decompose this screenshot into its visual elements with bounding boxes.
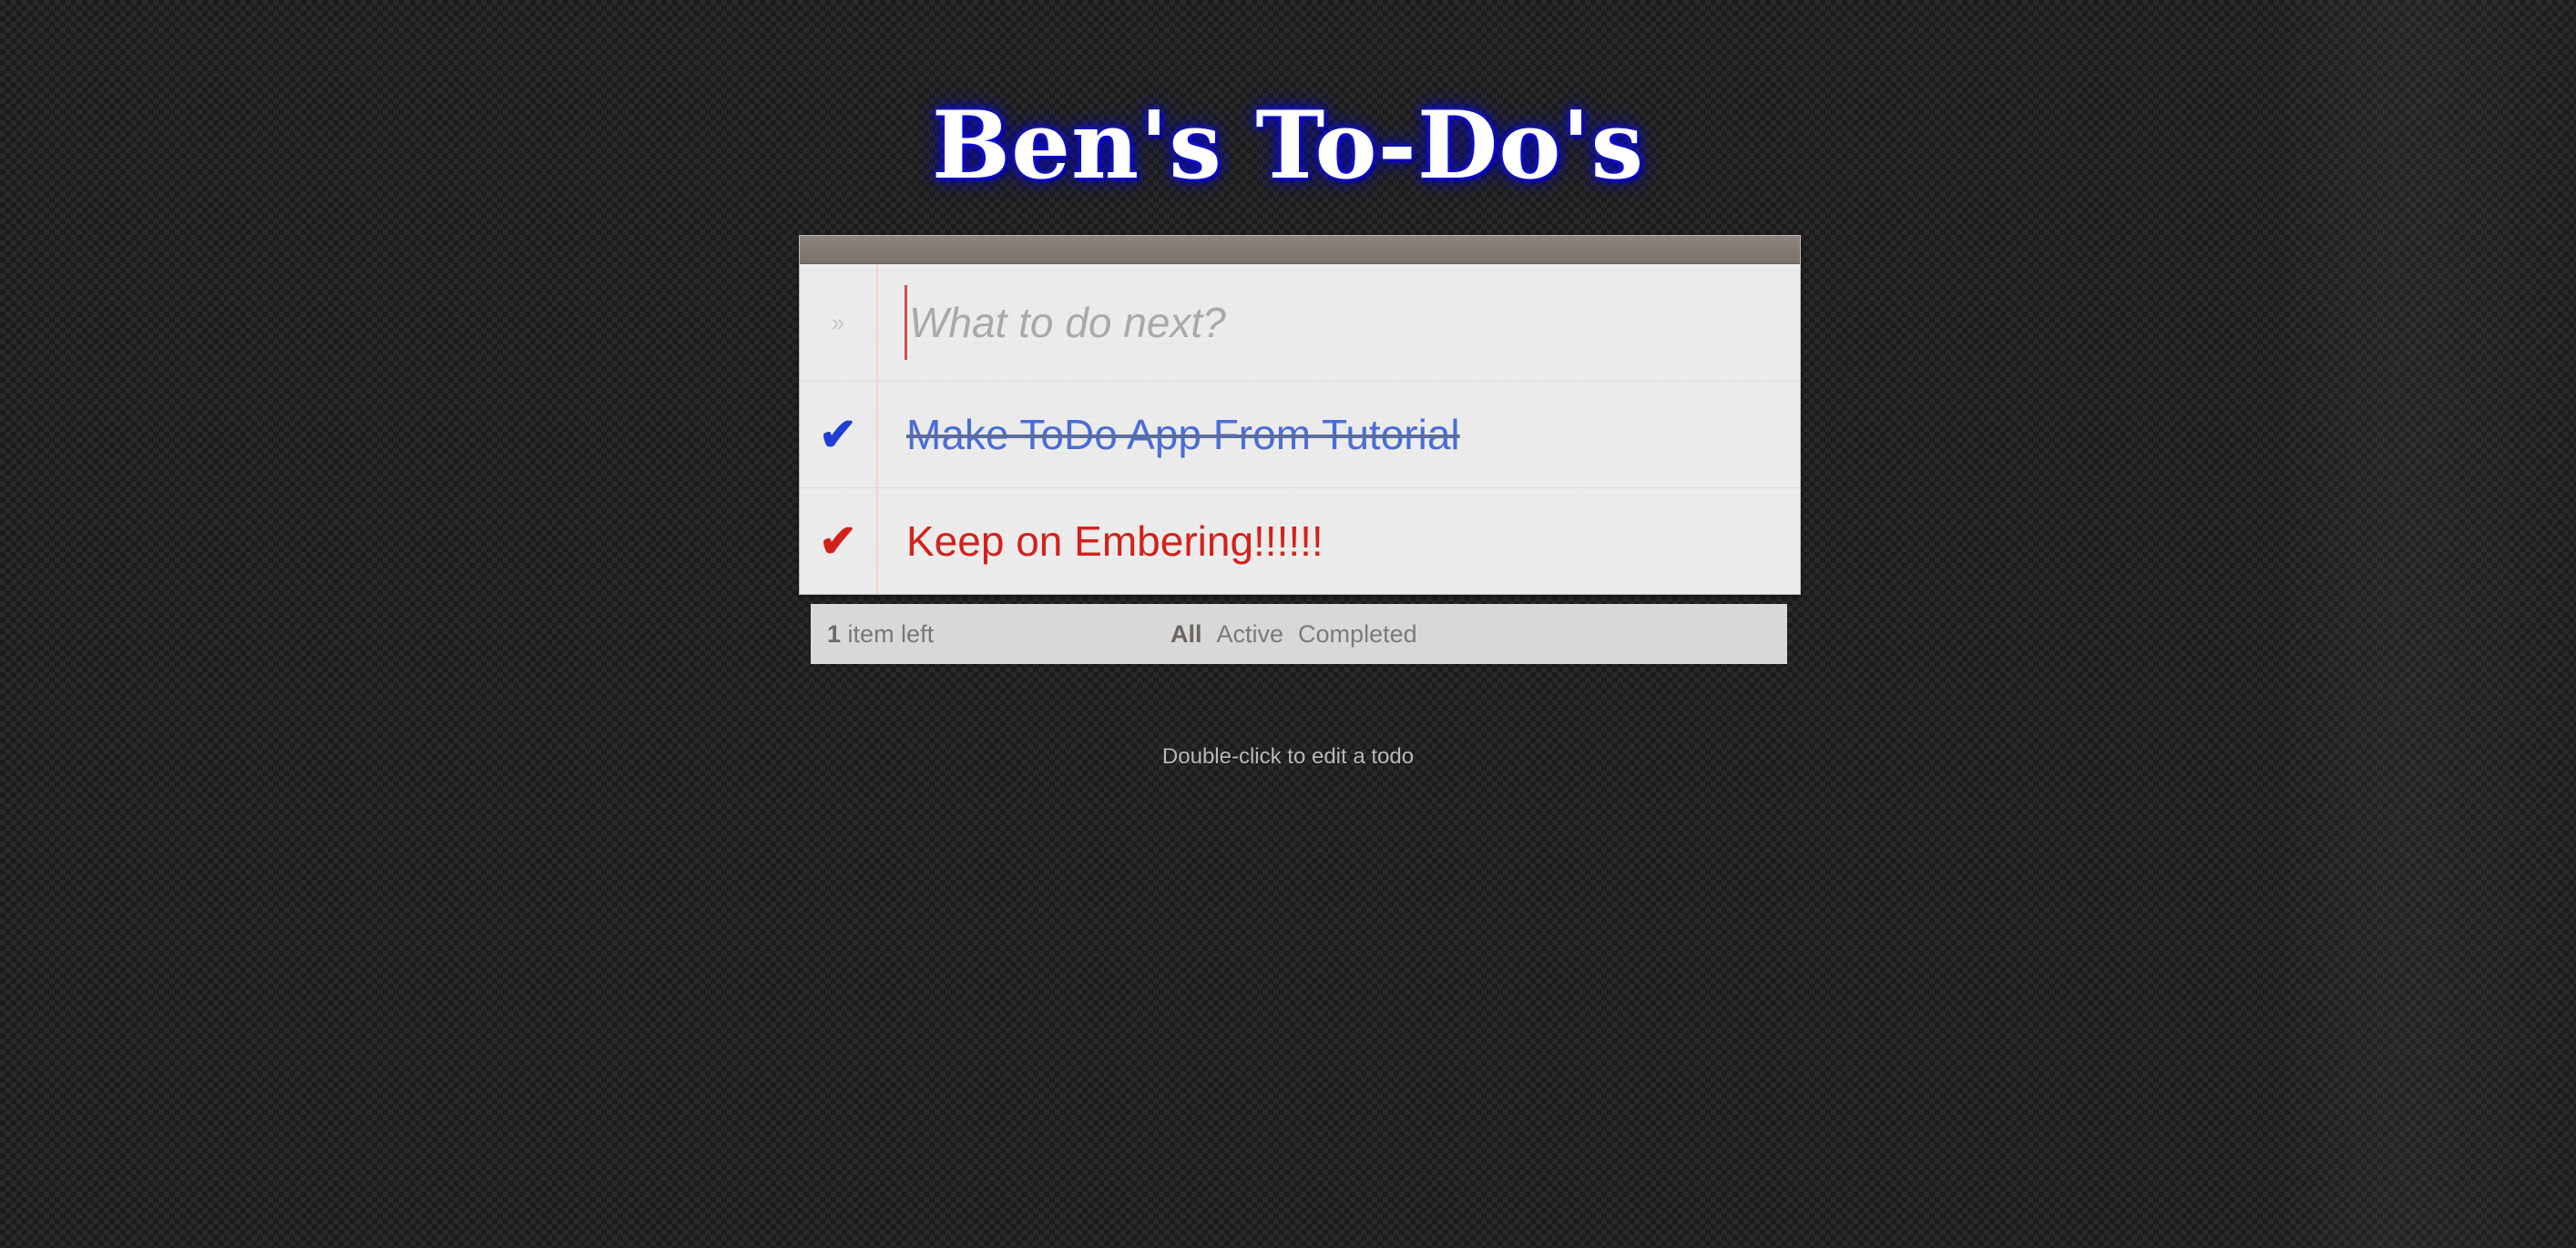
filter-list: All Active Completed [1170,620,1417,649]
edit-hint: Double-click to edit a todo [1161,744,1415,769]
chevron-double-down-icon[interactable]: » [832,311,844,334]
todo-toggle-gutter: ✔ [800,382,877,487]
filter-active[interactable]: Active [1217,620,1284,649]
new-todo-input[interactable] [905,285,1782,360]
checkmark-icon[interactable]: ✔ [819,518,857,564]
new-todo-row: » [800,264,1800,382]
app-title: Ben's To-Do's [931,91,1645,200]
new-todo-gutter: » [800,264,877,381]
items-left-suffix: item left [847,620,935,648]
filter-completed[interactable]: Completed [1298,620,1417,649]
todo-label[interactable]: Make ToDo App From Tutorial [906,410,1460,459]
todo-app: » ✔ Make ToDo App From Tutorial ✔ Keep o… [799,235,1801,595]
todo-footer: 1 item left All Active Completed [811,604,1787,664]
todo-item[interactable]: ✔ Keep on Embering!!!!!! [800,488,1800,594]
checkmark-icon[interactable]: ✔ [819,412,857,457]
todo-label[interactable]: Keep on Embering!!!!!! [906,517,1324,566]
items-left-number: 1 [827,620,842,648]
app-header-bar [800,236,1800,264]
todo-toggle-gutter: ✔ [800,488,877,594]
filter-all[interactable]: All [1170,620,1202,649]
todo-item[interactable]: ✔ Make ToDo App From Tutorial [800,382,1800,488]
items-left-count: 1 item left [827,620,934,649]
